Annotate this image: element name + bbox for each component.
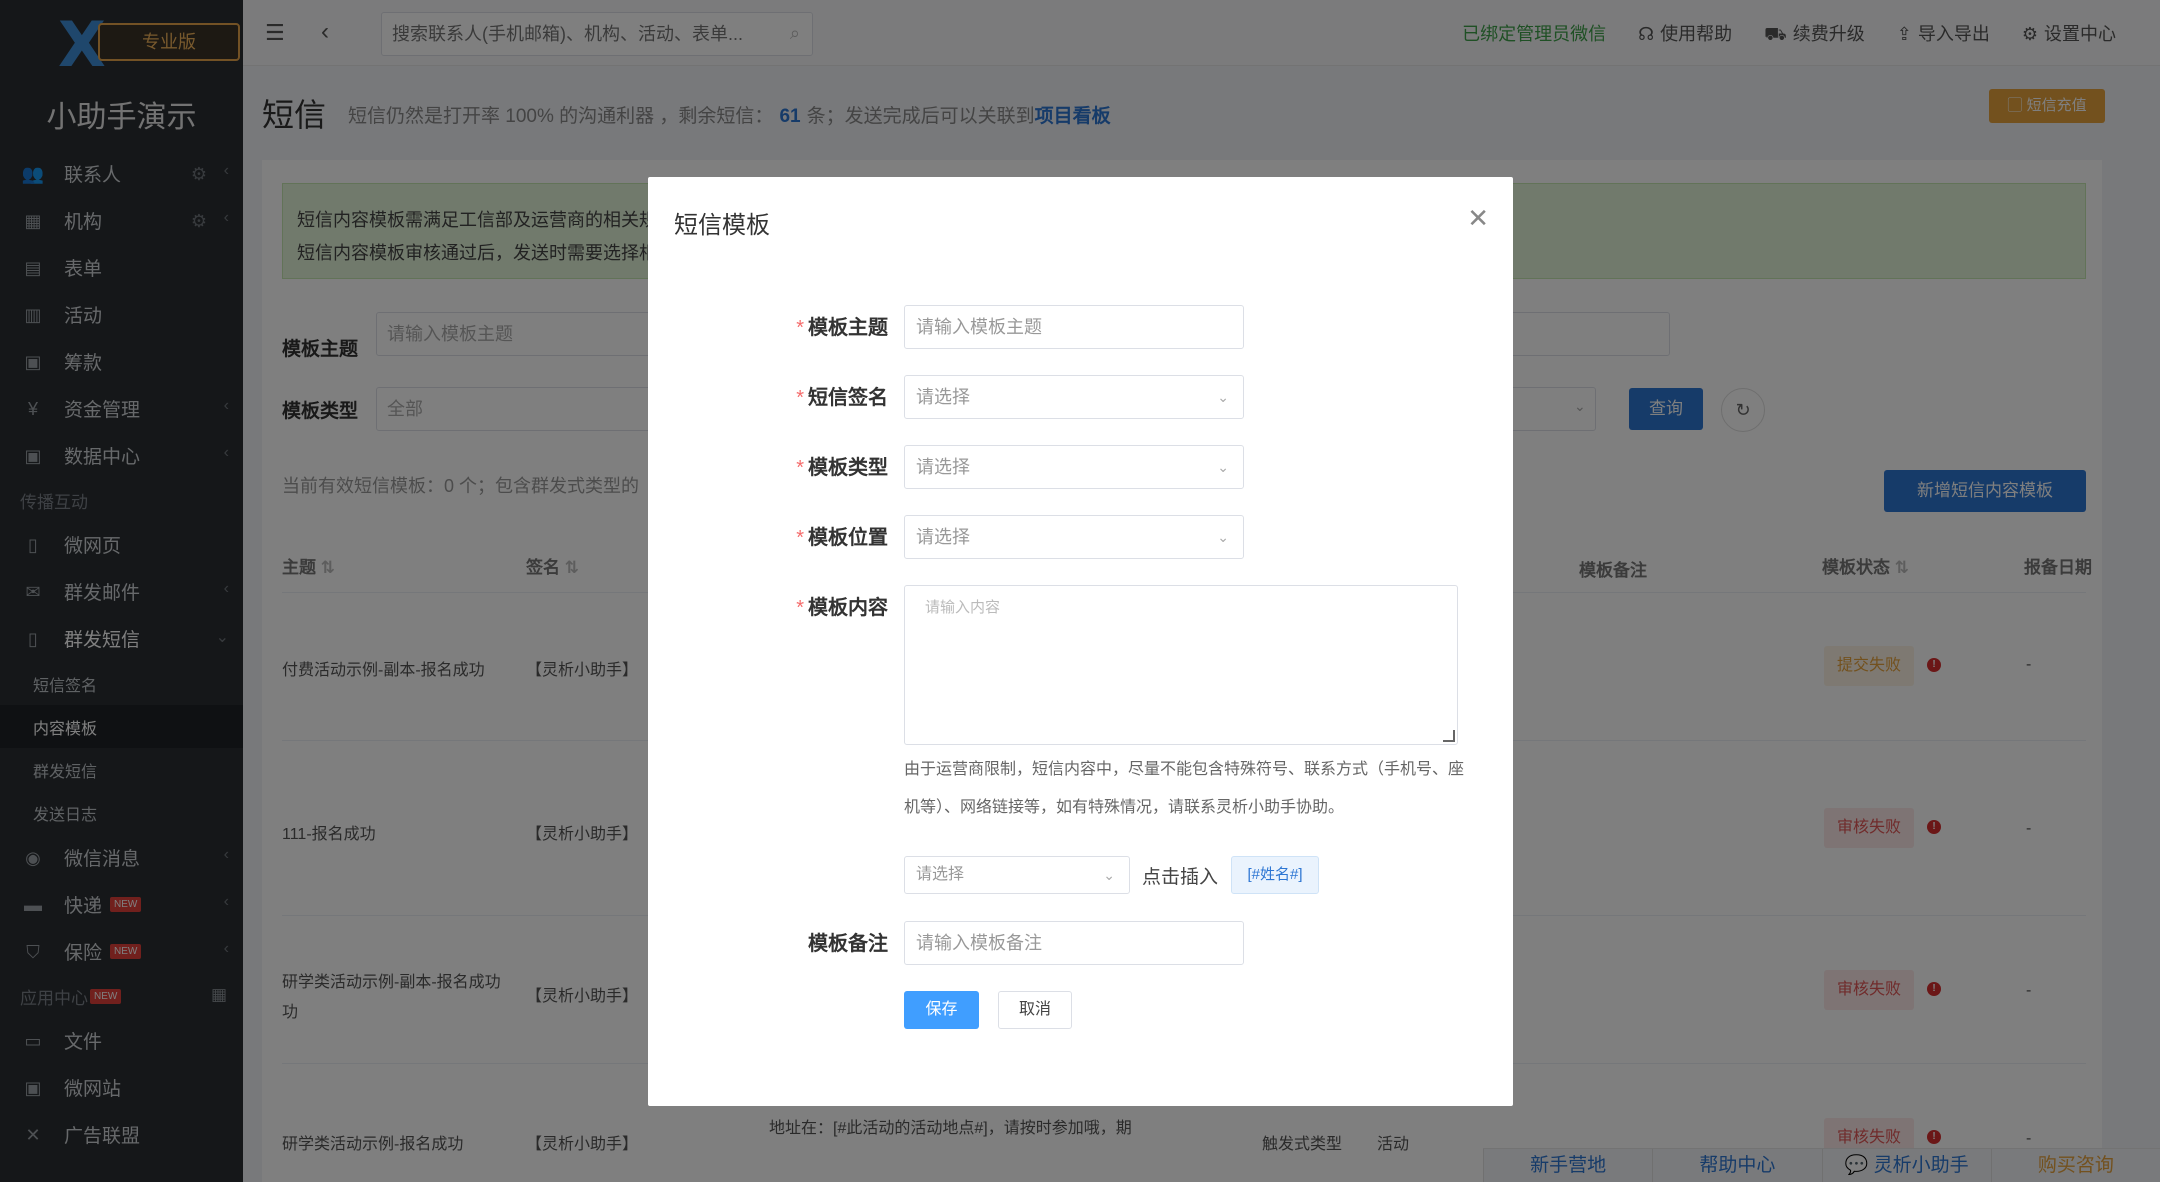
position-select[interactable]: 请选择 ⌄ [904, 515, 1244, 559]
save-button[interactable]: 保存 [904, 991, 979, 1029]
required-mark: * [796, 527, 804, 549]
sign-select[interactable]: 请选择 ⌄ [904, 375, 1244, 419]
required-mark: * [796, 317, 804, 339]
remark-field-label: 模板备注 [808, 933, 888, 955]
chevron-down-icon: ⌄ [1217, 459, 1229, 475]
remark-field[interactable]: 请输入模板备注 [904, 921, 1244, 965]
required-mark: * [796, 597, 804, 619]
sign-field-label: * 短信签名 [796, 387, 888, 409]
modal-title: 短信模板 [674, 212, 770, 239]
content-hint: 由于运营商限制，短信内容中，尽量不能包含特殊符号、联系方式（手机号、座机等）、网… [904, 761, 1465, 816]
content-field-label: * 模板内容 [796, 597, 888, 619]
sms-template-modal: 短信模板 ✕ * 模板主题 请输入模板主题 * 短信签名 请选择 ⌄ * 模板类型 请选… [648, 177, 1513, 1106]
insert-variable-select[interactable]: 请选择 ⌄ [904, 856, 1130, 894]
insert-name-tag[interactable]: [#姓名#] [1231, 856, 1319, 894]
resize-handle-icon[interactable] [1443, 730, 1455, 742]
subject-field[interactable]: 请输入模板主题 [904, 305, 1244, 349]
chevron-down-icon: ⌄ [1103, 867, 1115, 883]
type-select[interactable]: 请选择 ⌄ [904, 445, 1244, 489]
insert-label: 点击插入 [1142, 867, 1219, 888]
type-field-label: * 模板类型 [796, 457, 888, 479]
position-field-label: * 模板位置 [796, 527, 888, 549]
chevron-down-icon: ⌄ [1217, 529, 1229, 545]
subject-field-label: * 模板主题 [796, 317, 888, 339]
required-mark: * [796, 387, 804, 409]
required-mark: * [796, 457, 804, 479]
cancel-button[interactable]: 取消 [998, 991, 1072, 1029]
content-textarea[interactable]: 请输入内容 [904, 585, 1458, 745]
close-icon[interactable]: ✕ [1467, 203, 1489, 234]
chevron-down-icon: ⌄ [1217, 389, 1229, 405]
